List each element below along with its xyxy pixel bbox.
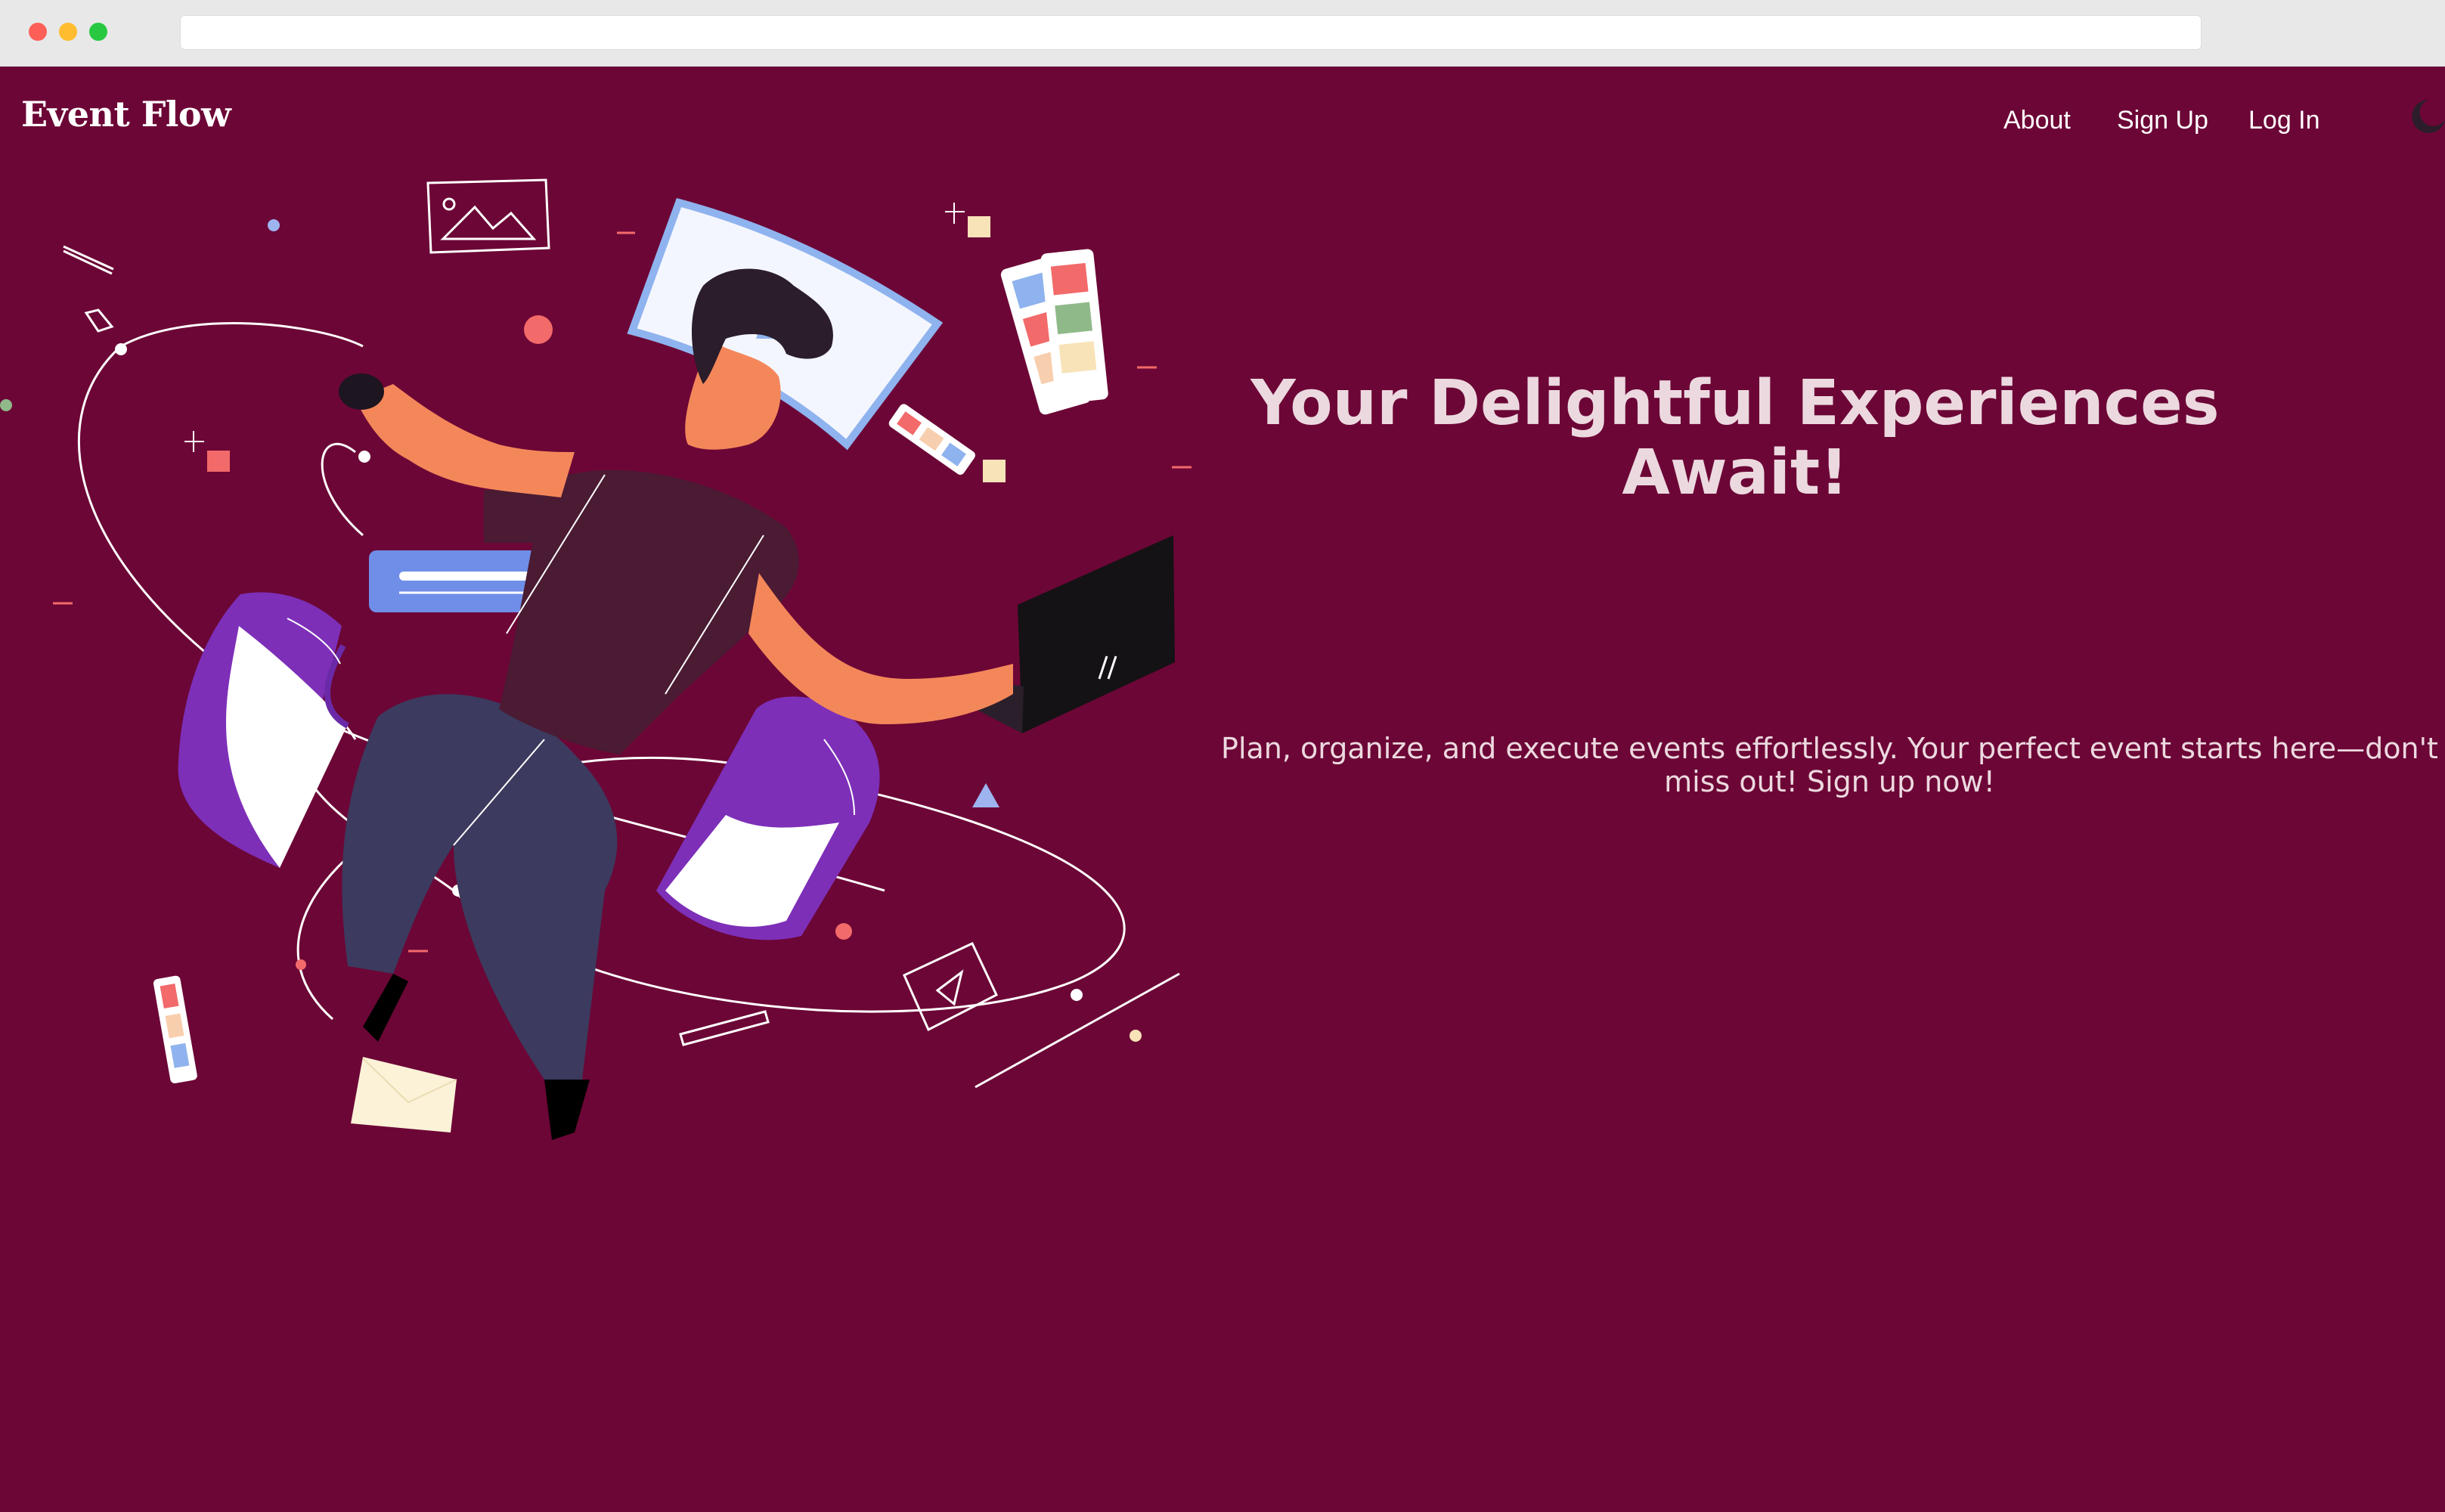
hero-subtitle: Plan, organize, and execute events effor… — [1221, 732, 2438, 798]
hero-title: Your Delightful Experiences Await! — [1250, 367, 2220, 509]
address-bar[interactable] — [180, 15, 2202, 50]
landing-page: Event Flow About Sign Up Log In Your Del… — [0, 67, 2445, 1512]
nav-link-login[interactable]: Log In — [2248, 106, 2320, 135]
nav-link-about[interactable]: About — [2003, 106, 2071, 135]
close-window-button[interactable] — [29, 23, 47, 41]
brand-logo[interactable]: Event Flow — [21, 94, 231, 135]
maximize-window-button[interactable] — [89, 23, 107, 41]
designer-illustration — [0, 178, 1192, 1140]
browser-toolbar — [0, 0, 2445, 67]
nav-link-signup[interactable]: Sign Up — [2117, 106, 2208, 135]
moon-icon[interactable] — [2403, 94, 2445, 139]
browser-window: Event Flow About Sign Up Log In Your Del… — [0, 0, 2445, 1512]
minimize-window-button[interactable] — [59, 23, 77, 41]
